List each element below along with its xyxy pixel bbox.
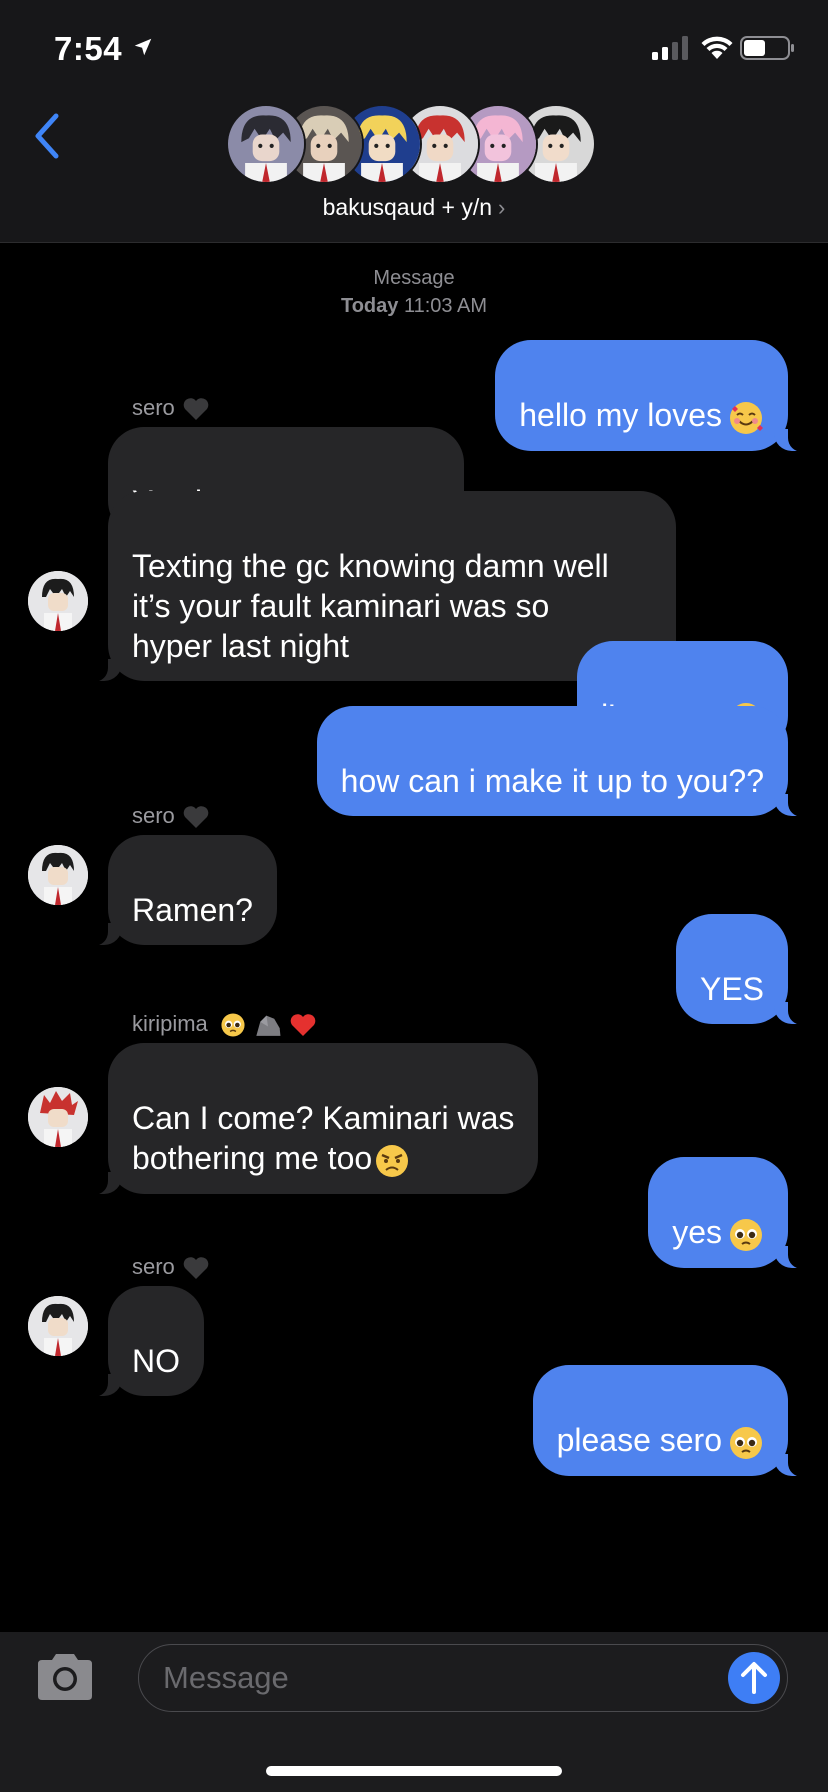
message-text: YES — [699, 971, 764, 1007]
black-heart-icon — [183, 806, 209, 829]
incoming-message[interactable]: Ramen? — [82, 835, 277, 946]
timestamp: Today 11:03 AM — [0, 295, 828, 318]
black-heart-icon — [183, 1257, 209, 1280]
message-text: hello my loves — [519, 397, 722, 433]
message-text: Can I come? Kaminari was bothering me to… — [132, 1100, 515, 1176]
avatar-1 — [226, 104, 306, 184]
angry-face-icon — [376, 1144, 409, 1177]
black-heart-icon — [183, 398, 209, 421]
message-text: NO — [132, 1343, 180, 1379]
avatar-sero[interactable] — [28, 571, 88, 631]
outgoing-message[interactable]: hello my loves — [495, 340, 814, 452]
sender-label: sero — [132, 395, 175, 420]
message-text: how can i make it up to you?? — [340, 763, 764, 799]
back-chevron-icon[interactable] — [30, 112, 64, 160]
sender-label: sero — [132, 803, 175, 828]
pleading-face-icon — [221, 1013, 245, 1037]
timestamp-time: 11:03 AM — [403, 295, 487, 317]
incoming-message[interactable]: Can I come? Kaminari was bothering me to… — [81, 1043, 539, 1195]
chevron-right-icon: › — [498, 195, 506, 220]
group-avatars[interactable] — [226, 104, 606, 184]
camera-icon[interactable] — [34, 1652, 96, 1702]
conversation-header: 7:54 bakusqaud + y/n › — [0, 0, 828, 243]
cellular-signal-icon — [652, 36, 688, 60]
arrow-up-icon — [741, 1662, 767, 1694]
status-time: 7:54 — [54, 30, 123, 67]
home-indicator — [266, 1766, 562, 1776]
sender-label: kiripima — [132, 1011, 208, 1036]
sender-name: kiripima — [132, 1011, 316, 1038]
rock-icon — [256, 1015, 281, 1037]
red-heart-icon — [290, 1014, 316, 1037]
sender-label: sero — [132, 1254, 175, 1279]
avatar-sero[interactable] — [28, 845, 88, 905]
sender-name: sero — [132, 803, 209, 829]
message-text: yes — [672, 1214, 722, 1250]
location-arrow-icon — [134, 38, 152, 56]
message-text: please sero — [556, 1422, 722, 1458]
message-text: Ramen? — [132, 892, 253, 928]
message-input[interactable] — [138, 1644, 788, 1712]
outgoing-message[interactable]: please sero — [532, 1365, 815, 1477]
timestamp-day: Today — [340, 295, 399, 317]
message-text: Texting the gc knowing damn well it’s yo… — [132, 548, 609, 664]
avatar-kiripima[interactable] — [28, 1087, 88, 1147]
message-thread[interactable]: Message Today 11:03 AM hello my loves se… — [0, 243, 828, 1632]
composer-bar — [0, 1632, 828, 1792]
avatar-sero[interactable] — [28, 1296, 88, 1356]
service-label: Message — [373, 267, 455, 289]
send-button[interactable] — [728, 1652, 780, 1704]
incoming-message[interactable]: NO — [82, 1286, 204, 1397]
status-bar: 7:54 — [0, 0, 828, 100]
outgoing-message[interactable]: YES — [675, 914, 815, 1025]
outgoing-message[interactable]: yes — [648, 1157, 814, 1269]
group-name[interactable]: bakusqaud + y/n › — [0, 194, 828, 221]
wifi-icon — [701, 36, 733, 59]
group-name-label: bakusqaud + y/n — [322, 194, 493, 220]
outgoing-message[interactable]: how can i make it up to you?? — [316, 706, 815, 817]
smiling-face-with-hearts-icon — [730, 401, 763, 434]
pleading-face-icon — [730, 1426, 762, 1459]
sender-name: sero — [132, 395, 209, 421]
pleading-face-icon — [730, 1218, 762, 1251]
battery-icon — [740, 36, 794, 60]
sender-name: sero — [132, 1254, 209, 1280]
